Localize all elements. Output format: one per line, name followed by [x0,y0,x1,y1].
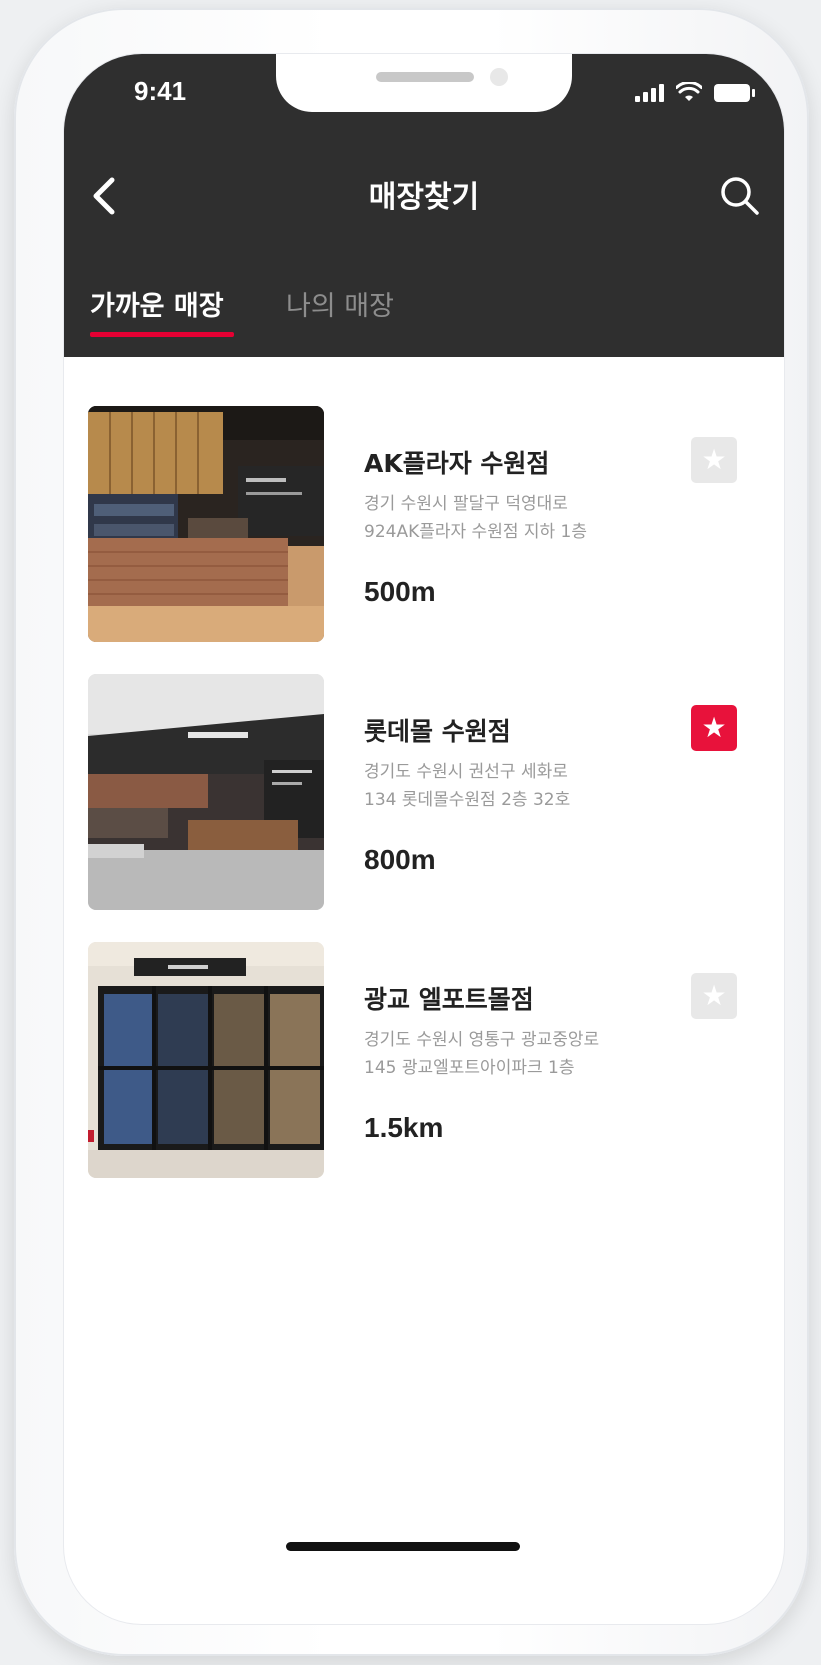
store-address-line: 145 광교엘포트아이파크 1층 [364,1058,575,1078]
tab-my-stores[interactable]: 나의 매장 [286,284,394,323]
store-address-line: 134 롯데몰수원점 2층 32호 [364,790,571,810]
search-button[interactable] [716,172,764,220]
store-address-line: 924AK플라자 수원점 지하 1층 [364,522,588,542]
phone-frame: 9:41 매장찾기 가까운 매장 나의 매장 AK플라자 수원점 경기 수원시 … [14,8,809,1656]
store-list-item[interactable]: AK플라자 수원점 경기 수원시 팔달구 덕영대로 924AK플라자 수원점 지… [88,406,760,642]
tab-nearby-stores[interactable]: 가까운 매장 [90,284,224,323]
store-photo [88,942,324,1178]
store-address-line: 경기도 수원시 권선구 세화로 [364,762,568,782]
store-photo [88,406,324,642]
store-photo [88,674,324,910]
signal-icon [635,82,664,102]
app-header: 9:41 매장찾기 가까운 매장 나의 매장 [64,54,784,357]
star-icon: ★ [701,443,727,476]
store-address: 경기 수원시 팔달구 덕영대로 924AK플라자 수원점 지하 1층 [364,490,654,546]
search-icon [721,177,759,215]
store-name: 롯데몰 수원점 [364,717,511,746]
store-address-line: 경기도 수원시 영통구 광교중앙로 [364,1030,600,1050]
store-distance: 800m [364,844,436,875]
battery-icon [714,84,755,102]
star-icon: ★ [701,979,727,1012]
app-screen: 9:41 매장찾기 가까운 매장 나의 매장 AK플라자 수원점 경기 수원시 … [64,54,784,1624]
favorite-toggle[interactable]: ★ [691,437,737,483]
front-camera [490,68,508,86]
favorite-toggle[interactable]: ★ [691,705,737,751]
store-name: AK플라자 수원점 [364,449,550,478]
speaker-grille [376,72,474,82]
store-distance: 1.5km [364,1112,444,1143]
page-title: 매장찾기 [368,180,480,215]
home-indicator [286,1542,520,1551]
device-notch [276,54,572,112]
favorite-toggle[interactable]: ★ [691,973,737,1019]
store-name: 광교 엘포트몰점 [364,985,534,1014]
status-icons [635,82,755,102]
store-list-item[interactable]: 롯데몰 수원점 경기도 수원시 권선구 세화로 134 롯데몰수원점 2층 32… [88,674,760,910]
active-tab-indicator [90,332,234,337]
store-address: 경기도 수원시 영통구 광교중앙로 145 광교엘포트아이파크 1층 [364,1026,654,1082]
wifi-icon [676,82,702,101]
store-address: 경기도 수원시 권선구 세화로 134 롯데몰수원점 2층 32호 [364,758,654,814]
store-distance: 500m [364,576,436,607]
store-address-line: 경기 수원시 팔달구 덕영대로 [364,494,568,514]
star-icon: ★ [701,711,727,744]
status-time: 9:41 [134,76,187,106]
store-list-item[interactable]: 광교 엘포트몰점 경기도 수원시 영통구 광교중앙로 145 광교엘포트아이파크… [88,942,760,1178]
